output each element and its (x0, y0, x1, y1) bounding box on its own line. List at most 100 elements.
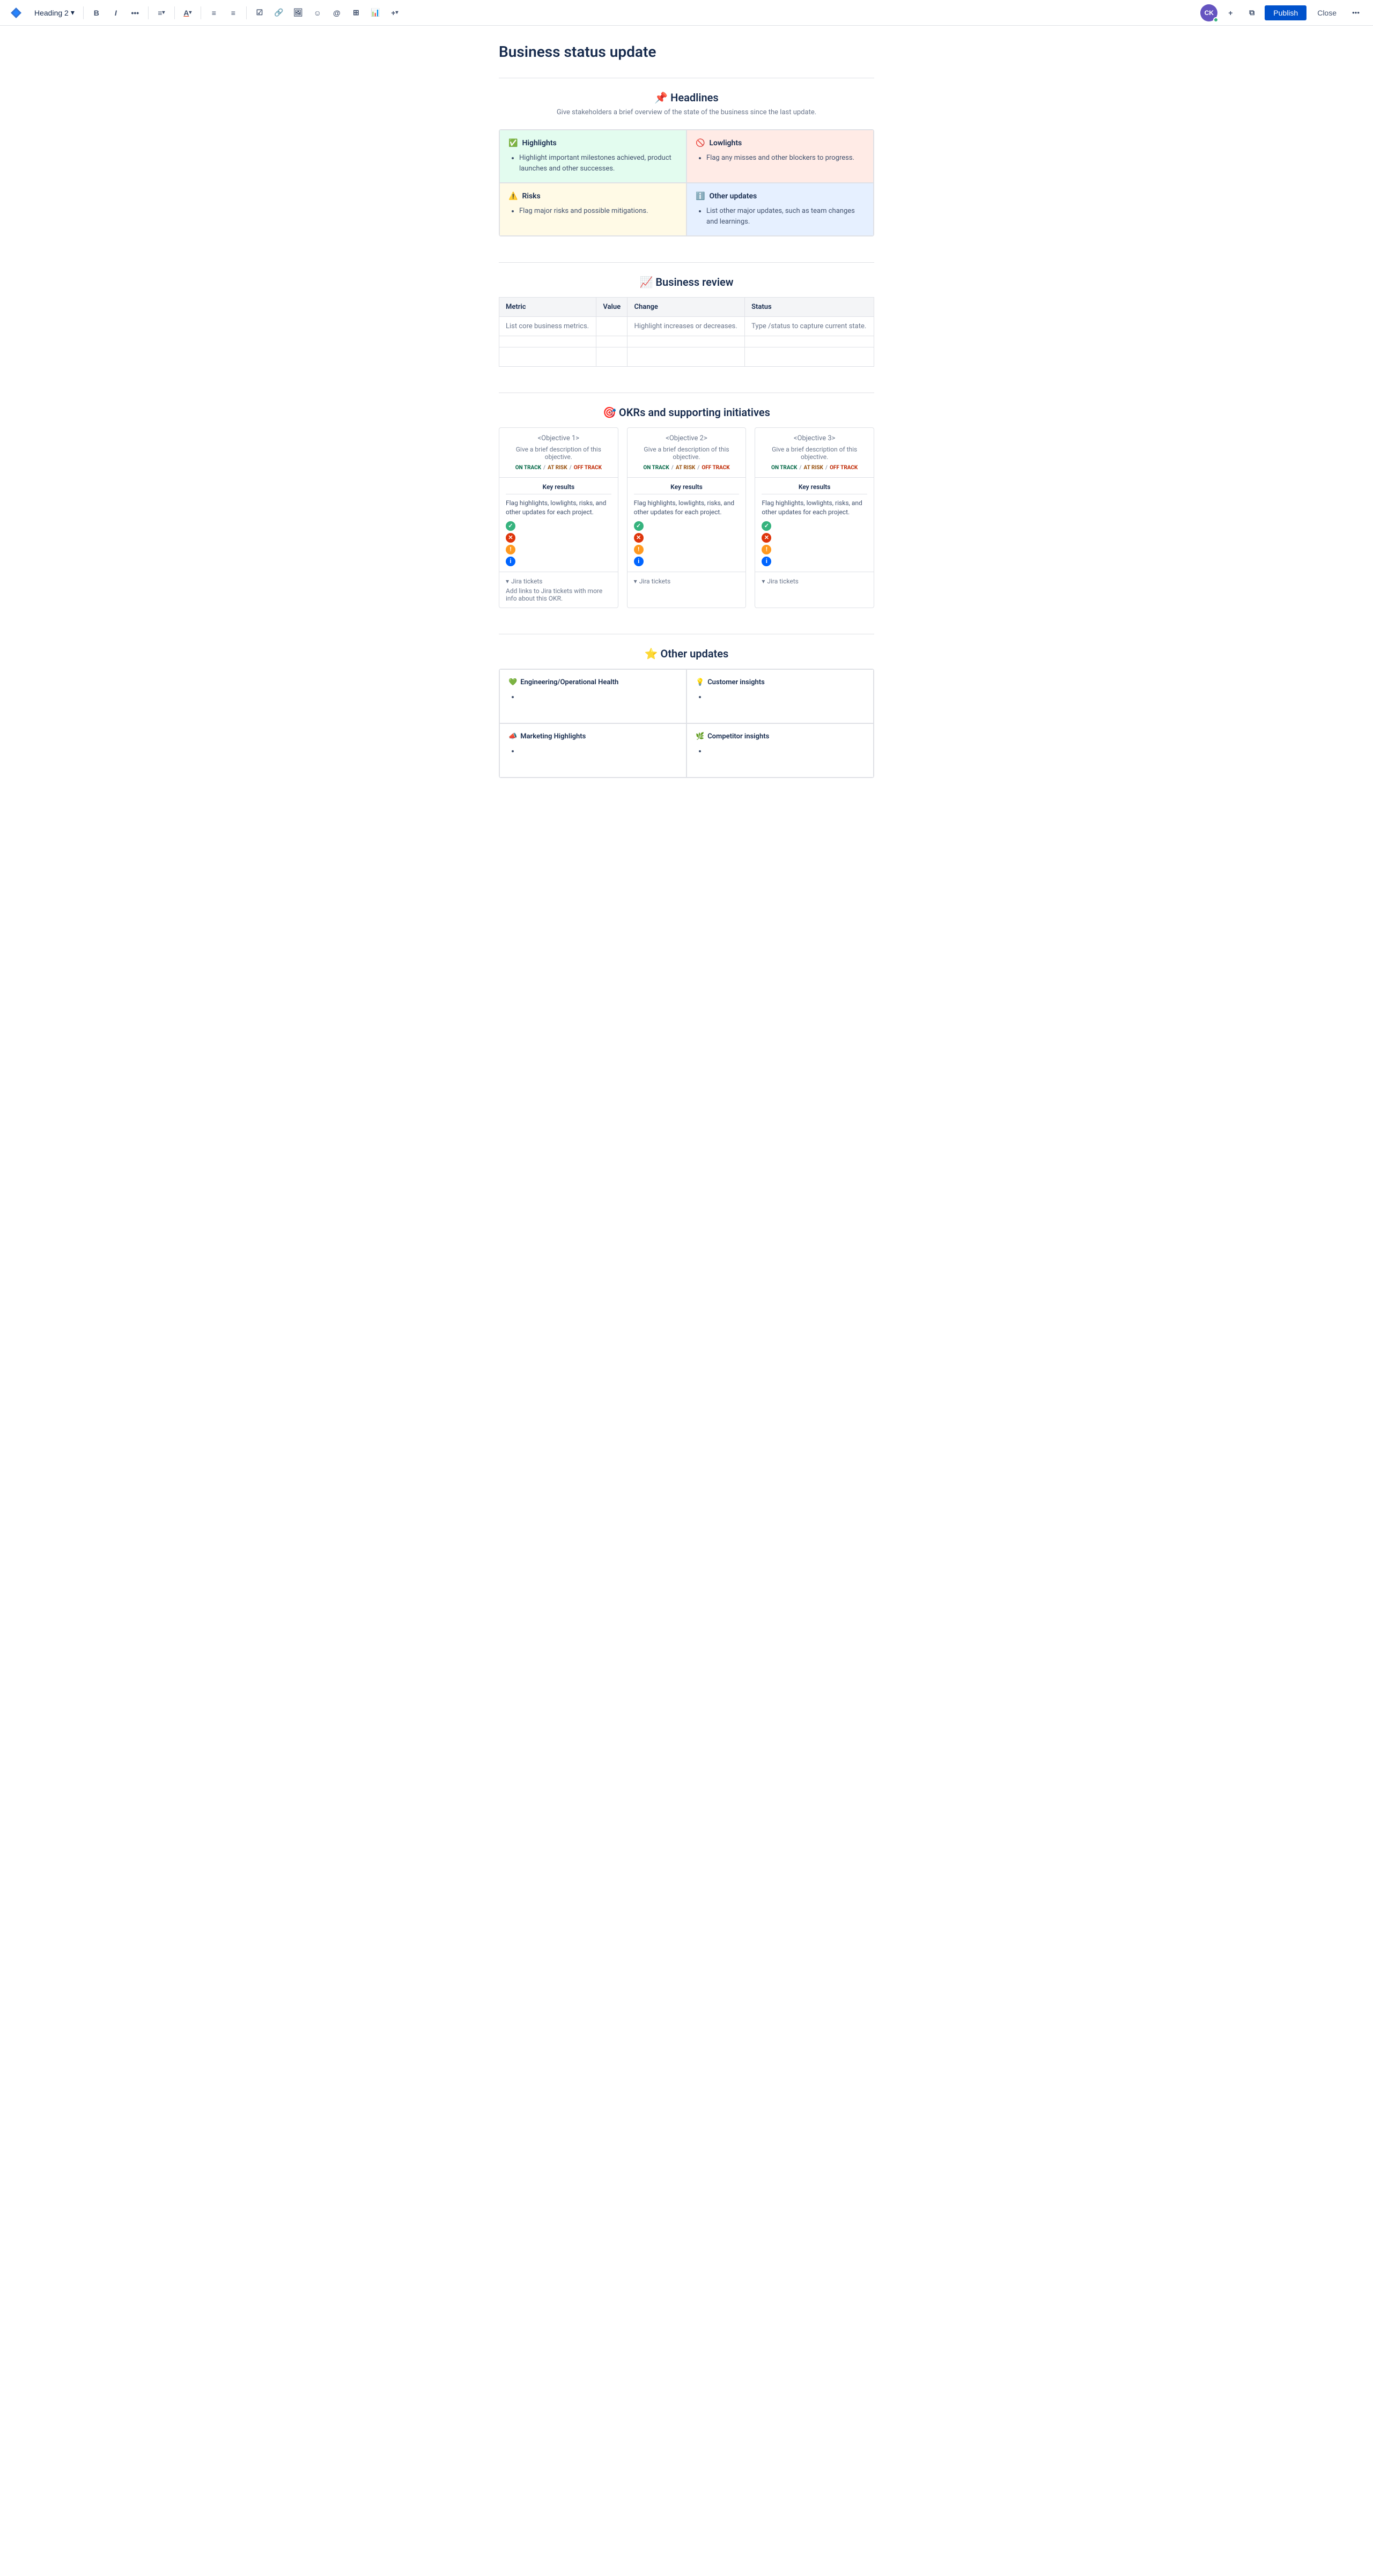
okr-1-header: <Objective 1> Give a brief description o… (499, 428, 618, 478)
business-review-header: 📈 Business review (499, 276, 874, 288)
text-color-button[interactable]: A ▾ (179, 4, 196, 21)
mention-button[interactable]: @ (328, 4, 345, 21)
okr-3-desc: Give a brief description of this objecti… (762, 446, 867, 461)
list-item: Flag major risks and possible mitigation… (519, 206, 677, 217)
app-logo (9, 5, 24, 20)
publish-button[interactable]: Publish (1265, 5, 1306, 20)
cell-value (596, 336, 628, 347)
cell-value (596, 347, 628, 367)
more-options-button[interactable]: ••• (1347, 4, 1364, 21)
okrs-title: 🎯 OKRs and supporting initiatives (499, 406, 874, 419)
other-updates-headline-card-header: ℹ️ Other updates (696, 192, 865, 201)
highlights-card-header: ✅ Highlights (508, 139, 677, 147)
risks-card: ⚠️ Risks Flag major risks and possible m… (499, 183, 686, 236)
more-formatting-button[interactable]: ••• (127, 4, 144, 21)
insert-more-button[interactable]: + ▾ (386, 4, 403, 21)
okr-1-status-icons: ✓ ✕ ! i (506, 521, 611, 566)
mention-icon: @ (333, 9, 341, 17)
marketing-highlights-header: 📣 Marketing Highlights (508, 732, 677, 741)
jira-toggle[interactable]: ▾ Jira tickets (506, 578, 611, 585)
risks-list: Flag major risks and possible mitigation… (508, 206, 677, 217)
col-status: Status (745, 298, 874, 317)
business-review-section: 📈 Business review Metric Value Change St… (499, 276, 874, 367)
template-button[interactable]: ⧉ (1243, 4, 1260, 21)
other-updates-list: List other major updates, such as team c… (696, 206, 865, 227)
close-button[interactable]: Close (1311, 5, 1343, 20)
table-button[interactable]: ⊞ (348, 4, 365, 21)
table-icon: ⊞ (353, 8, 359, 17)
okr-1-title: <Objective 1> (506, 434, 611, 442)
image-icon: 🖼 (293, 8, 303, 17)
highlights-list: Highlight important milestones achieved,… (508, 153, 677, 174)
okr-3-title: <Objective 3> (762, 434, 867, 442)
okr-3-status-icons: ✓ ✕ ! i (762, 521, 867, 566)
off-track-badge: OFF TRACK (702, 465, 729, 471)
link-button[interactable]: 🔗 (270, 4, 287, 21)
align-button[interactable]: ≡ ▾ (153, 4, 170, 21)
business-review-title: 📈 Business review (499, 276, 874, 288)
insert-more-arrow-icon: ▾ (395, 10, 398, 16)
on-track-badge: ON TRACK (515, 465, 541, 471)
headlines-cards-grid: ✅ Highlights Highlight important milesto… (499, 129, 874, 236)
highlights-label: Highlights (522, 139, 556, 147)
page-title: Business status update (499, 43, 874, 61)
italic-button[interactable]: I (107, 4, 124, 21)
okr-grid: <Objective 1> Give a brief description o… (499, 427, 874, 608)
heading-selector[interactable]: Heading 2 ▾ (30, 6, 79, 19)
okr-3-key-results: Key results Flag highlights, lowlights, … (755, 478, 874, 572)
cell-change (628, 347, 745, 367)
engineering-label: Engineering/Operational Health (520, 678, 618, 686)
add-user-button[interactable]: + (1222, 4, 1239, 21)
user-avatar[interactable]: CK (1200, 4, 1217, 21)
jira-toggle[interactable]: ▾ Jira tickets (762, 578, 867, 585)
customer-insights-card: 💡 Customer insights (686, 669, 874, 723)
headlines-title: 📌 Headlines (499, 91, 874, 104)
okr-2-key-results: Key results Flag highlights, lowlights, … (628, 478, 746, 572)
toolbar-separator-2 (148, 6, 149, 19)
task-button[interactable]: ☑ (251, 4, 268, 21)
table-header-row: Metric Value Change Status (499, 298, 874, 317)
error-icon: ✕ (634, 533, 644, 543)
engineering-icon: 💚 (508, 678, 517, 686)
badge-separator: / (697, 465, 699, 471)
align-chevron-icon: ▾ (162, 10, 165, 16)
marketing-highlights-list (508, 747, 677, 768)
okr-2-kr-title: Key results (634, 483, 740, 494)
emoji-button[interactable]: ☺ (309, 4, 326, 21)
okr-3-header: <Objective 3> Give a brief description o… (755, 428, 874, 478)
okr-1-key-results: Key results Flag highlights, lowlights, … (499, 478, 618, 572)
table-row (499, 347, 874, 367)
okrs-header: 🎯 OKRs and supporting initiatives (499, 406, 874, 419)
competitor-insights-header: 🌿 Competitor insights (696, 732, 865, 741)
bold-button[interactable]: B (88, 4, 105, 21)
number-list-button[interactable]: ≡ (225, 4, 242, 21)
cell-metric: List core business metrics. (499, 317, 596, 336)
jira-label: Jira tickets (767, 578, 798, 585)
list-item (519, 693, 677, 701)
jira-label: Jira tickets (511, 578, 542, 585)
at-risk-badge: AT RISK (804, 465, 823, 471)
engineering-header: 💚 Engineering/Operational Health (508, 678, 677, 686)
bullet-list-button[interactable]: ≡ (205, 4, 223, 21)
lowlights-card-header: 🚫 Lowlights (696, 139, 865, 147)
badge-separator: / (671, 465, 674, 471)
image-button[interactable]: 🖼 (290, 4, 307, 21)
toolbar-separator-1 (83, 6, 84, 19)
marketing-highlights-icon: 📣 (508, 732, 517, 741)
highlights-icon: ✅ (508, 139, 518, 147)
info-icon: i (506, 557, 515, 566)
competitor-insights-list (696, 747, 865, 768)
okr-2-badges: ON TRACK / AT RISK / OFF TRACK (634, 465, 740, 471)
other-updates-label: Other updates (709, 192, 757, 201)
chart-button[interactable]: 📊 (367, 4, 384, 21)
okr-2-kr-desc: Flag highlights, lowlights, risks, and o… (634, 499, 740, 517)
off-track-badge: OFF TRACK (830, 465, 858, 471)
error-icon: ✕ (762, 533, 771, 543)
okr-2-desc: Give a brief description of this objecti… (634, 446, 740, 461)
engineering-card: 💚 Engineering/Operational Health (499, 669, 686, 723)
number-list-icon: ≡ (231, 9, 235, 17)
headlines-icon: 📌 (654, 91, 668, 104)
jira-toggle[interactable]: ▾ Jira tickets (634, 578, 740, 585)
on-track-icon: ✓ (762, 521, 771, 531)
okr-2-title: <Objective 2> (634, 434, 740, 442)
